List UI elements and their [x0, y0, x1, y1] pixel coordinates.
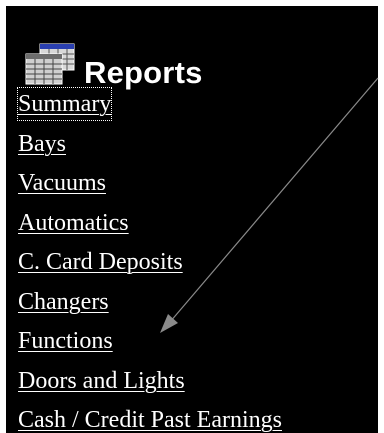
automatics-link[interactable]: Automatics — [18, 207, 129, 239]
menu-item-doors-and-lights: Doors and Lights — [18, 365, 282, 405]
page-title: Reports — [84, 55, 203, 90]
menu-item-changers: Changers — [18, 286, 282, 326]
menu-item-past-earnings: Cash / Credit Past Earnings — [18, 404, 282, 433]
functions-link[interactable]: Functions — [18, 325, 113, 357]
menu-item-card-deposits: C. Card Deposits — [18, 246, 282, 286]
screenshot-frame: Reports Summary Bays Vacuums Automatics … — [0, 0, 384, 433]
menu-item-functions: Functions — [18, 325, 282, 365]
reports-panel: Reports Summary Bays Vacuums Automatics … — [6, 6, 378, 433]
vacuums-link[interactable]: Vacuums — [18, 167, 106, 199]
menu-item-automatics: Automatics — [18, 207, 282, 247]
summary-link[interactable]: Summary — [16, 87, 113, 121]
menu-item-vacuums: Vacuums — [18, 167, 282, 207]
reports-header: Reports — [20, 32, 203, 88]
reports-table-icon — [20, 42, 86, 88]
reports-menu: Summary Bays Vacuums Automatics C. Card … — [16, 87, 282, 433]
menu-item-summary: Summary — [16, 87, 282, 128]
menu-item-bays: Bays — [18, 128, 282, 168]
doors-and-lights-link[interactable]: Doors and Lights — [18, 365, 185, 397]
changers-link[interactable]: Changers — [18, 286, 109, 318]
bays-link[interactable]: Bays — [18, 128, 66, 160]
past-earnings-link[interactable]: Cash / Credit Past Earnings — [18, 404, 282, 433]
card-deposits-link[interactable]: C. Card Deposits — [18, 246, 183, 278]
